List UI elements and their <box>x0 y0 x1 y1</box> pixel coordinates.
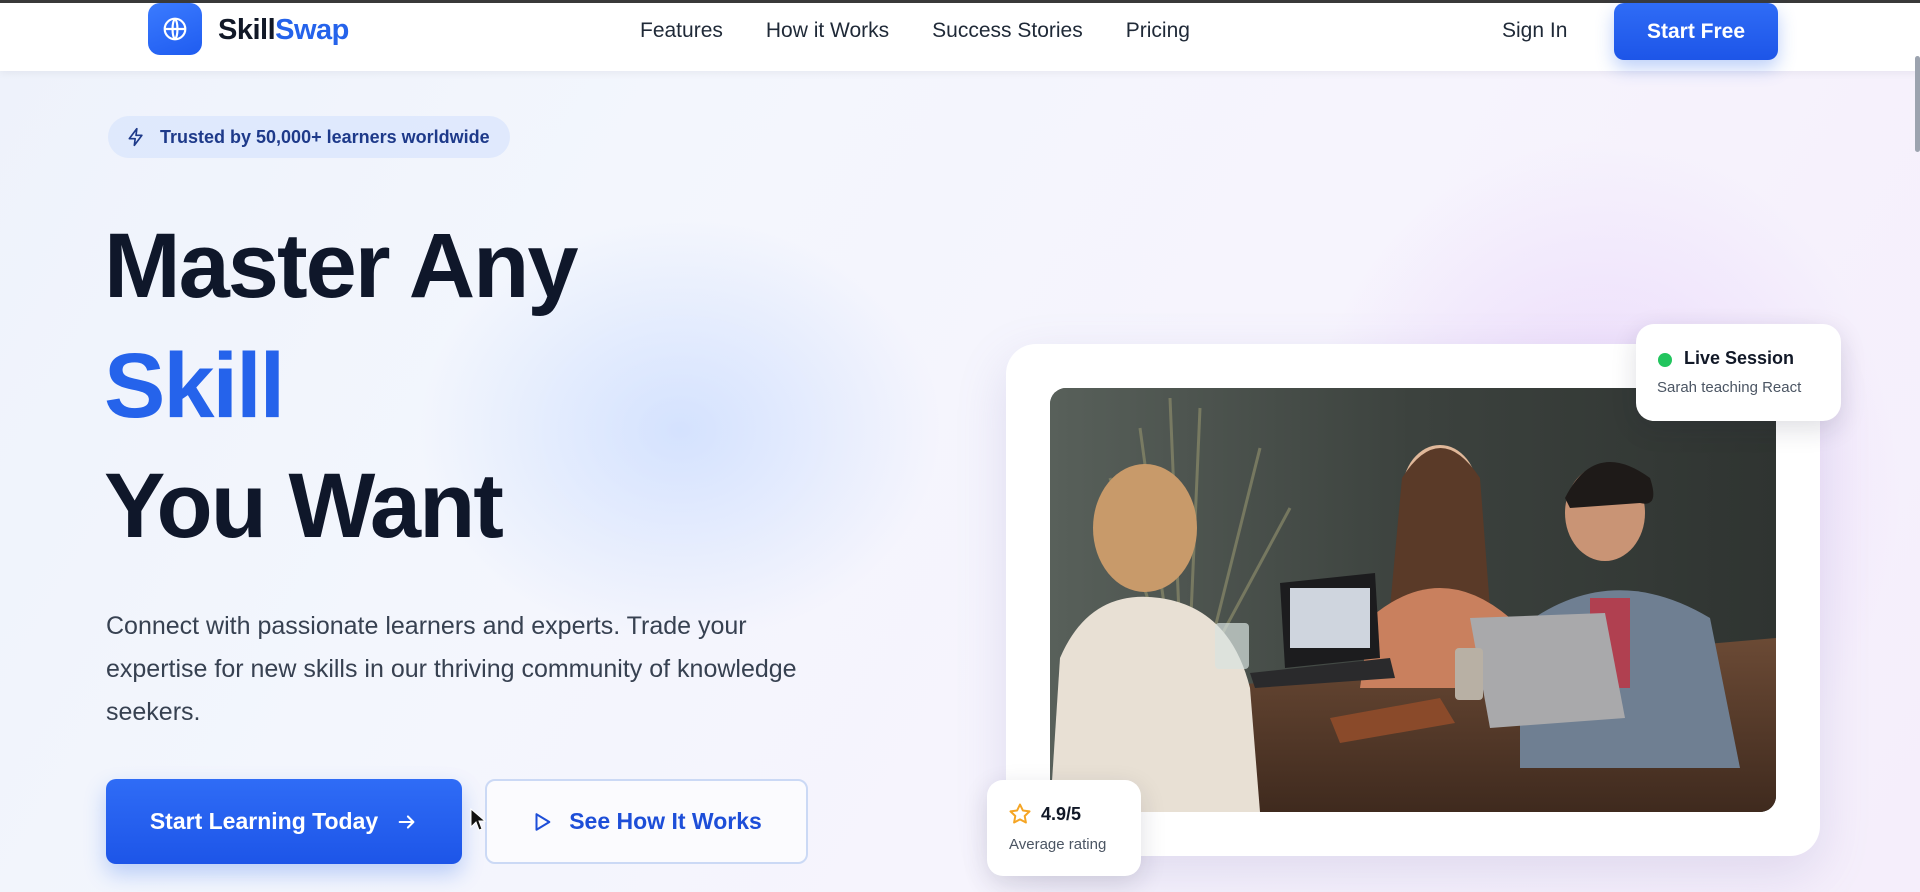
brand-name-part2: Swap <box>275 14 349 46</box>
arrow-right-icon <box>398 814 415 829</box>
start-learning-button[interactable]: Start Learning Today <box>106 779 462 864</box>
see-how-it-works-button[interactable]: See How It Works <box>485 779 808 864</box>
hero-title-line1: Master Any <box>104 215 579 317</box>
see-how-it-works-label: See How It Works <box>569 808 762 834</box>
students-illustration <box>1050 388 1776 812</box>
live-status-dot <box>1658 353 1672 367</box>
nav-link-how-it-works[interactable]: How it Works <box>766 19 889 43</box>
mouse-cursor-icon <box>470 808 486 831</box>
globe-icon <box>163 17 187 41</box>
hero-description: Connect with passionate learners and exp… <box>106 612 797 726</box>
page-scrollbar[interactable] <box>1915 56 1920 152</box>
rating-value: 4.9/5 <box>1041 804 1082 824</box>
start-free-button[interactable]: Start Free <box>1614 3 1778 60</box>
navbar: SkillSwap Features How it Works Success … <box>0 3 1920 71</box>
sign-in-link[interactable]: Sign In <box>1502 19 1567 43</box>
nav-links: Features How it Works Success Stories Pr… <box>640 19 1190 43</box>
rating-subtitle: Average rating <box>1009 836 1107 853</box>
students-photo <box>1050 388 1776 812</box>
trust-badge-text: Trusted by 50,000+ learners worldwide <box>160 126 490 147</box>
trust-badge: Trusted by 50,000+ learners worldwide <box>108 116 510 158</box>
hero-title-line2: Skill <box>104 335 285 437</box>
start-learning-label: Start Learning Today <box>149 808 379 834</box>
nav-link-success-stories[interactable]: Success Stories <box>932 19 1083 43</box>
hero-title-line3: You Want <box>104 455 504 557</box>
lightning-icon <box>128 127 143 147</box>
star-icon <box>1009 803 1031 824</box>
rating-card: 4.9/5 Average rating <box>987 780 1141 876</box>
nav-link-features[interactable]: Features <box>640 19 723 43</box>
brand-name-part1: Skill <box>218 14 276 46</box>
play-icon <box>535 812 551 831</box>
nav-link-pricing[interactable]: Pricing <box>1126 19 1190 43</box>
brand-logo[interactable]: SkillSwap <box>218 14 349 47</box>
live-session-card[interactable]: Live Session Sarah teaching React <box>1636 324 1841 421</box>
live-session-subtitle: Sarah teaching React <box>1657 379 1802 396</box>
live-session-title: Live Session <box>1684 348 1795 368</box>
logo-badge[interactable] <box>148 3 202 55</box>
